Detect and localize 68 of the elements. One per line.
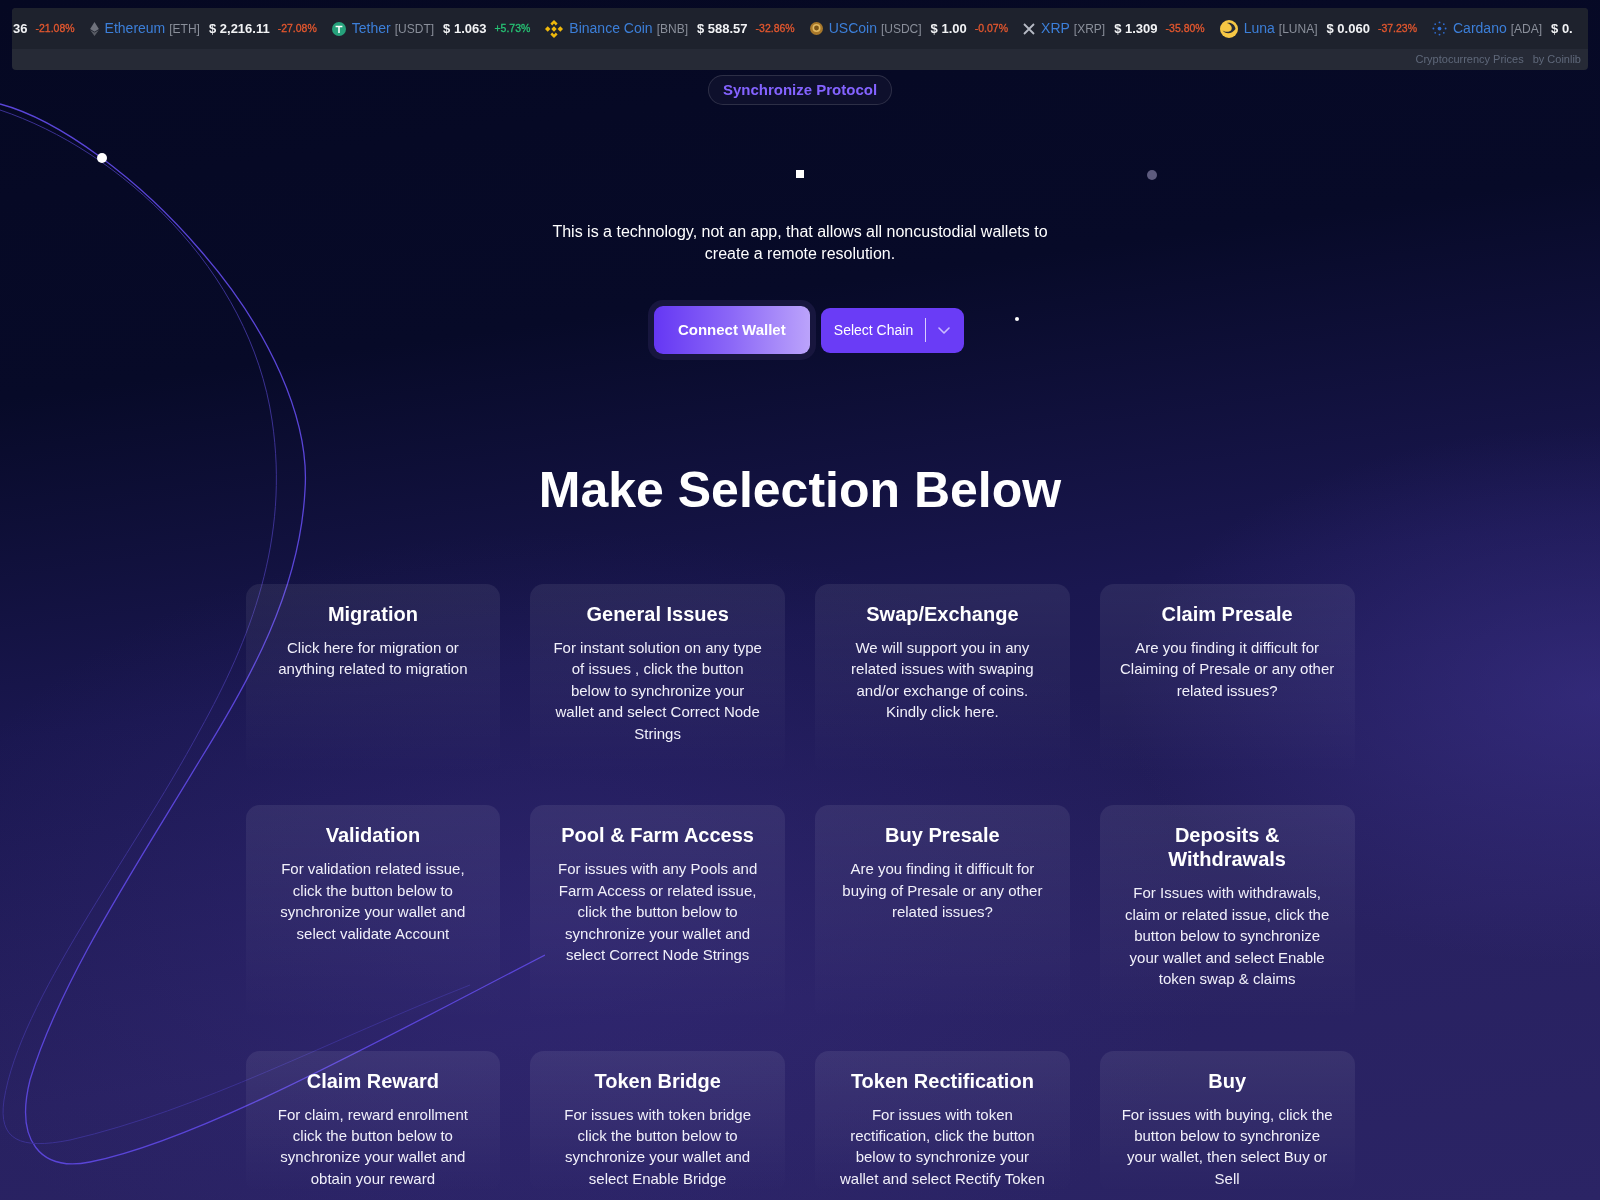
coin-symbol: [ETH] bbox=[169, 20, 200, 38]
card-title: Buy Presale bbox=[884, 823, 1001, 848]
coin-price: $ 1.063 bbox=[443, 19, 487, 38]
card-title: Validation bbox=[324, 823, 422, 848]
card-description: For issues with buying, click the button below to synchronize your wallet, then select Buy or Sell bbox=[1120, 1104, 1334, 1189]
card-description: We will support you in any related issues with swaping and/or exchange of coins. Kindly click here. bbox=[850, 638, 1035, 723]
card-title: Claim Reward bbox=[305, 1068, 440, 1093]
card-description: For issues with any Pools and Farm Access or related issue, click the button below to synchronize your wallet and select Correct Node Strings bbox=[557, 859, 759, 966]
crescent-coin-icon bbox=[1219, 19, 1238, 38]
card-title: Buy bbox=[1207, 1068, 1247, 1093]
card-description: For issues with token rectification, click the button below to synchronize your wallet and select Rectify Token bbox=[838, 1104, 1046, 1189]
card-title: Token Bridge bbox=[593, 1068, 722, 1093]
price-change: -37.23% bbox=[1377, 20, 1417, 36]
coin-price: $ 0.060 bbox=[1326, 19, 1370, 38]
diamond-icon bbox=[89, 21, 99, 36]
x-mark-icon bbox=[1023, 22, 1036, 35]
coin-link[interactable]: Binance Coin bbox=[569, 18, 653, 39]
price-change: -35.80% bbox=[1165, 20, 1205, 36]
price-change: -27.08% bbox=[277, 20, 317, 36]
coin-link[interactable]: Tether bbox=[351, 18, 391, 39]
intro-text: This is a technology, not an app, that allows all noncustodial wallets to create a remote resolution. bbox=[551, 222, 1049, 264]
t-coin-icon bbox=[331, 21, 346, 36]
price-change: +5.73% bbox=[494, 20, 531, 36]
dot-icon bbox=[1147, 170, 1157, 180]
coin-symbol: [ADA] bbox=[1510, 20, 1543, 38]
card-description: Are you finding it difficult for Claiming of Presale or any other related issues? bbox=[1119, 638, 1335, 701]
card-description: For validation related issue, click the button below to synchronize your wallet and select validate Account bbox=[279, 859, 467, 944]
price-change: -32.86% bbox=[755, 20, 795, 36]
chain-select[interactable]: Select Chain bbox=[820, 307, 965, 353]
coin-icon bbox=[809, 22, 823, 35]
coin-symbol: [LUNA] bbox=[1278, 20, 1318, 38]
coin-link[interactable]: USCoin bbox=[828, 18, 877, 39]
card-description: For instant solution on any type of issues , click the button below to synchronize your wallet and select Correct Node Strings bbox=[552, 638, 763, 744]
coin-link[interactable]: Cardano bbox=[1453, 18, 1507, 39]
coin-symbol: [USDC] bbox=[880, 20, 922, 38]
coin-price: $ 588.57 bbox=[696, 19, 748, 38]
tagline-badge: Synchronize Protocol bbox=[707, 75, 893, 105]
card-title: Token Rectification bbox=[849, 1068, 1035, 1093]
coin-price: $ 1.309 bbox=[1114, 19, 1158, 38]
price-change: -21.08% bbox=[35, 20, 75, 36]
card-description: For Issues with withdrawals, claim or related issue, click the button below to synchronize your wallet and select Enable token swap & claims bbox=[1124, 883, 1331, 990]
card-title: Claim Presale bbox=[1160, 602, 1294, 626]
coin-price: $ 2,216.11 bbox=[208, 19, 270, 38]
coin-link[interactable]: Luna bbox=[1243, 18, 1275, 39]
coin-symbol: [XRP] bbox=[1073, 20, 1106, 38]
chevron-down-icon bbox=[938, 326, 951, 334]
dot-ring-icon bbox=[1432, 21, 1447, 36]
card-title: Migration bbox=[326, 602, 419, 626]
diamond-cluster-icon bbox=[545, 19, 564, 38]
card-description: Click here for migration or anything related to migration bbox=[277, 638, 469, 680]
card-description: Are you finding it difficult for buying of Presale or any other related issues? bbox=[841, 859, 1044, 923]
card-description: For claim, reward enrollment click the button below to synchronize your wallet and obtain your reward bbox=[276, 1104, 469, 1189]
coin-symbol: [BNB] bbox=[656, 20, 688, 38]
coin-price: $ 1.00 bbox=[930, 19, 967, 38]
card-title: Pool & Farm Access bbox=[560, 823, 755, 848]
coin-price: $ 0. bbox=[1551, 19, 1573, 38]
coin-link[interactable]: Ethereum bbox=[104, 18, 166, 39]
card-description: For issues with token bridge click the button below to synchronize your wallet and select Enable Bridge bbox=[563, 1104, 752, 1189]
card-title: Deposits & Withdrawals bbox=[1167, 823, 1287, 872]
dot-icon bbox=[97, 153, 107, 163]
card-title: Swap/Exchange bbox=[865, 602, 1020, 626]
coin-symbol: [USDT] bbox=[394, 20, 435, 38]
price-change: -0.07% bbox=[974, 20, 1009, 36]
dot-icon bbox=[1015, 317, 1019, 321]
section-heading: Make Selection Below bbox=[537, 461, 1063, 520]
coin-link[interactable]: XRP bbox=[1041, 18, 1070, 39]
coin-price: 36 bbox=[13, 19, 28, 38]
card-title: General Issues bbox=[585, 602, 730, 626]
